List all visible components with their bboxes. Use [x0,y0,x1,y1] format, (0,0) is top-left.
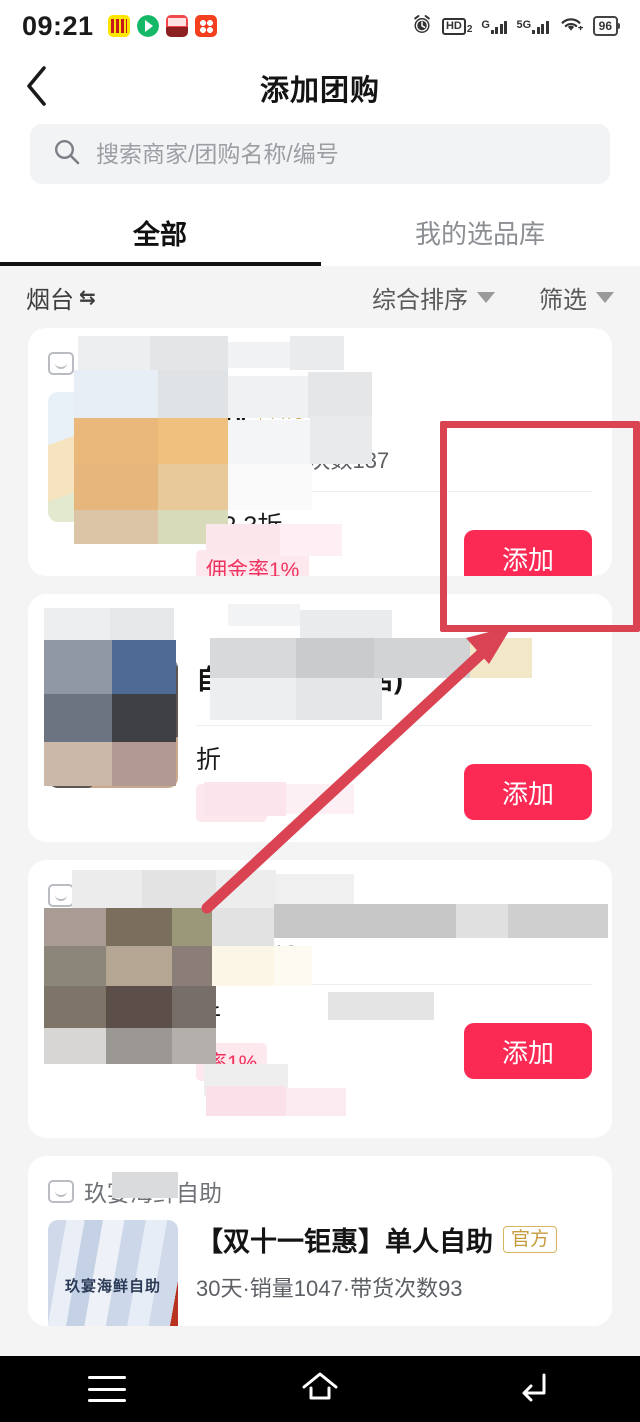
goods-title: 自助料理(万达店) [196,665,403,695]
add-button[interactable]: 添加 [464,530,592,576]
hd-voice-icon: HD 2 [441,17,472,35]
note-app-icon [107,15,130,37]
tab-bar: 全部 我的选品库 [0,198,640,266]
sort-dropdown[interactable]: 综合排序 [372,280,495,315]
caret-down-icon [596,291,614,303]
commission-badge: 佣金率1% [196,550,310,576]
back-arrow-icon [513,1370,553,1409]
goods-discount: 2.3折 [222,512,283,540]
table-row[interactable]: 玖宴海鲜自助 玖宴海鲜自助 【双十一钜惠】单人自助 官方 30天·销量1047·… [28,1156,612,1326]
battery-icon: 96 [592,16,621,36]
phone-screen: 09:21 HD 2 G 5G 96 添加团购 搜索商家/团购名称/编号 全部 … [0,0,640,1422]
goods-meta: 4388 · 带货次数137 [196,448,390,473]
search-icon [52,137,82,172]
filter-dropdown[interactable]: 筛选 [539,280,614,315]
tab-my-library[interactable]: 我的选品库 [320,198,640,266]
status-system-icons: HD 2 G 5G 96 [411,0,621,52]
back-button-nav[interactable] [478,1356,588,1422]
home-icon [298,1370,342,1409]
wifi-icon [558,14,584,39]
goods-meta: 货次数112 [196,941,298,966]
page-title: 添加团购 [259,75,380,107]
shop-row: 乐美食 [48,344,592,382]
system-navigation-bar [0,1356,640,1422]
mosaic-censor-overlay [112,1172,178,1198]
table-row[interactable]: 货次数112 折 率1% 添加 [28,860,612,1138]
goods-thumbnail [48,658,178,788]
shop-row: 玖宴海鲜自助 [48,1172,592,1210]
goods-thumbnail [48,392,178,522]
divider [196,491,592,492]
storefront-icon [48,617,74,641]
goods-discount: 折 [196,746,222,774]
goods-thumbnail [48,924,178,1054]
shop-row [48,876,592,914]
page-header: 添加团购 [0,52,640,124]
goods-title: 沙拉 [196,399,250,429]
sort-label: 综合排序 [372,286,468,314]
shop-row [48,610,592,648]
search-input[interactable] [96,140,588,168]
back-button[interactable] [22,52,78,124]
status-bar: 09:21 HD 2 G 5G 96 [0,0,640,52]
sim2-signal-icon: 5G [516,19,549,34]
goods-discount: 折 [196,1005,222,1033]
goods-title: 【双十一钜惠】单人自助 [196,1227,493,1257]
search-section [0,124,640,198]
goods-price: 6 [196,510,211,540]
storefront-icon [48,351,74,375]
filter-label: 筛选 [539,286,587,314]
table-row[interactable]: 自助料理(万达店) 折 率1% 添加 [28,594,612,842]
qr-scan-app-icon [194,15,217,37]
add-button[interactable]: 添加 [464,1023,592,1079]
goods-meta: 30天·销量1047·带货次数93 [196,1276,463,1301]
divider [196,984,592,985]
recent-apps-icon [87,1376,126,1402]
storefront-icon [48,883,74,907]
status-clock: 09:21 [22,10,94,41]
caret-down-icon [477,291,495,303]
commission-badge: 率1% [196,784,268,822]
goods-thumbnail: 玖宴海鲜自助 [48,1220,178,1326]
video-play-icon [136,15,159,37]
shopping-app-icon [165,15,188,37]
add-button[interactable]: 添加 [464,764,592,820]
status-app-icons [107,15,217,37]
storefront-icon [48,1179,74,1203]
divider [196,725,592,726]
filter-bar: 烟台 ⇆ 综合排序 筛选 [0,266,640,328]
shop-name: 乐美食 [84,352,153,378]
status-badge: 官方 [503,1225,558,1254]
home-button[interactable] [265,1356,375,1422]
group-buy-list: 乐美食 沙拉 官方 4388 · 带货次数137 6 2.3折 佣金率1% 添加… [0,328,640,1326]
city-label: 烟台 [26,286,74,314]
city-selector[interactable]: 烟台 ⇆ [26,280,96,315]
swap-arrows-icon: ⇆ [79,286,96,309]
thumbnail-text: 玖宴海鲜自助 [64,1277,161,1295]
alarm-clock-icon [411,13,433,40]
chevron-left-icon [22,63,52,114]
search-box[interactable] [30,124,610,184]
sim1-signal-icon: G [481,19,508,34]
tab-all[interactable]: 全部 [0,198,320,266]
table-row[interactable]: 乐美食 沙拉 官方 4388 · 带货次数137 6 2.3折 佣金率1% 添加 [28,328,612,576]
commission-badge: 率1% [196,1043,268,1081]
recent-apps-button[interactable] [52,1356,162,1422]
status-badge: 官方 [260,397,315,426]
